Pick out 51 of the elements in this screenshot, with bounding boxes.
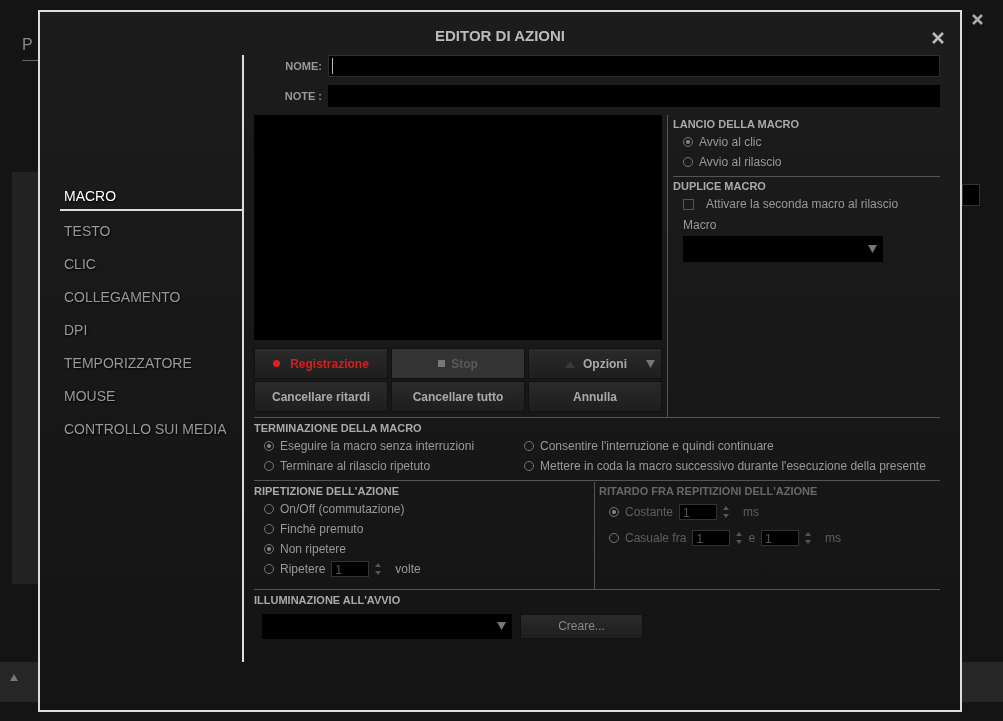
nav-item[interactable]: CONTROLLO SUI MEDIA	[40, 418, 242, 451]
nav-item[interactable]: TEMPORIZZATORE	[40, 352, 242, 385]
input-field[interactable]	[328, 85, 940, 107]
option-label: Ripetere	[280, 562, 326, 576]
input-field[interactable]	[962, 184, 980, 206]
unit-label: volte	[395, 562, 421, 576]
option-label: Eseguire la macro senza interruzioni	[280, 439, 475, 453]
nav-item[interactable]: MOUSE	[40, 385, 242, 418]
input-field[interactable]	[328, 55, 940, 77]
action-button[interactable]: Cancellare ritardi	[254, 381, 388, 412]
field-label: NOTE :	[283, 90, 322, 102]
action-button[interactable]: Annulla	[528, 381, 662, 412]
unit-label: ms	[825, 531, 842, 545]
option-label: Terminare al rilascio ripetuto	[280, 459, 431, 473]
option-label: Avvio al rilascio	[699, 155, 782, 169]
option-label: On/Off (commutazione)	[280, 502, 405, 516]
dropdown-arrow-icon[interactable]	[646, 360, 655, 368]
option-label: Casuale fra	[625, 531, 687, 545]
option-label: Costante	[625, 505, 674, 519]
up-arrow-icon[interactable]	[10, 674, 18, 681]
checkbox[interactable]	[683, 198, 694, 210]
close-icon[interactable]	[932, 32, 944, 44]
dialog-title: EDITOR DI AZIONI	[435, 27, 565, 44]
nav-item[interactable]: CLIC	[40, 253, 242, 286]
option-label: Non ripetere	[280, 542, 347, 556]
conjunction-label: e	[748, 531, 756, 545]
section-title: TERMINAZIONE DELLA MACRO	[254, 421, 423, 436]
section-title: RITARDO FRA REPITIZIONI DELL'AZIONE	[599, 484, 819, 499]
section-title: RIPETIZIONE DELL'AZIONE	[254, 484, 400, 499]
option-label: Mettere in coda la macro successivo durante l'esecuzione della presente	[540, 459, 926, 473]
options-button[interactable]: Opzioni	[528, 348, 662, 379]
nav-item[interactable]: MACRO	[60, 185, 242, 211]
nav-item[interactable]: COLLEGAMENTO	[40, 286, 242, 319]
close-icon[interactable]	[972, 14, 983, 25]
field-label: Macro	[683, 218, 718, 232]
section-title: ILLUMINAZIONE ALL'AVVIO	[254, 593, 402, 608]
option-label: Consentire l'interruzione e quindi continuare	[540, 439, 774, 453]
action-button[interactable]: Cancellare tutto	[391, 381, 525, 412]
option-label: Attivare la seconda macro al rilascio	[706, 197, 899, 211]
nav-item[interactable]: DPI	[40, 319, 242, 352]
spinner-icon[interactable]	[375, 562, 382, 576]
option-label: Finchè premuto	[280, 522, 364, 536]
nav-item[interactable]: TESTO	[40, 220, 242, 253]
section-title: LANCIO DELLA MACRO	[673, 117, 801, 132]
field-label: NOME:	[284, 60, 322, 72]
unit-label: ms	[743, 505, 760, 519]
dropdown-arrow-icon[interactable]	[868, 245, 877, 253]
dropdown-arrow-icon[interactable]	[497, 622, 506, 630]
section-title: DUPLICE MACRO	[673, 179, 767, 194]
option-label: Avvio al clic	[699, 135, 762, 149]
create-button[interactable]: Creare...	[520, 613, 643, 639]
